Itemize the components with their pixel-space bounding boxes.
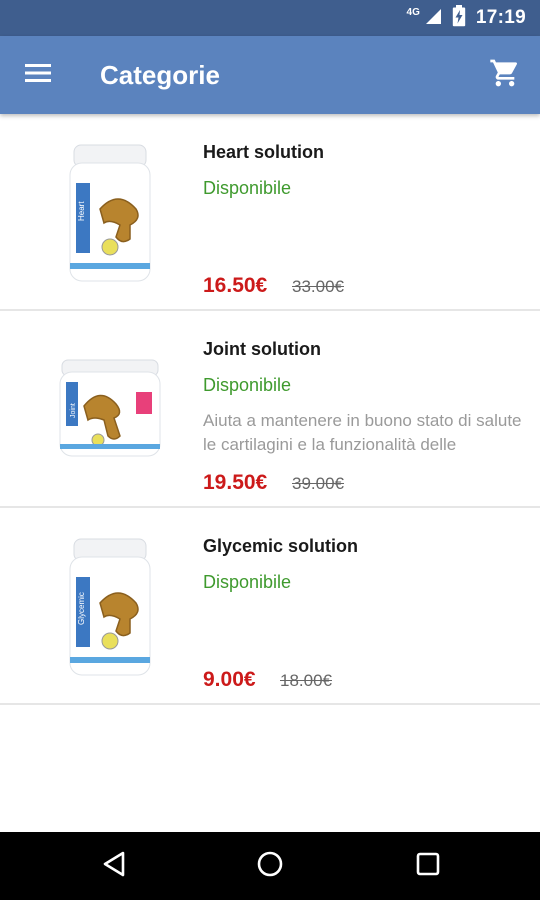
app-bar: Categorie	[0, 36, 540, 114]
product-old-price: 33.00€	[292, 277, 344, 296]
bottle-label-text: Glycemic	[77, 592, 86, 625]
product-old-price: 39.00€	[292, 474, 344, 493]
product-old-price: 18.00€	[280, 671, 332, 690]
availability-label: Disponibile	[203, 178, 292, 198]
availability-label: Disponibile	[203, 572, 292, 592]
shopping-cart-icon	[489, 57, 521, 94]
product-image: Glycemic	[40, 528, 180, 688]
product-item-heart[interactable]: Heart Heart solution Disponibile 16.50€ …	[0, 114, 540, 311]
product-item-glycemic[interactable]: Glycemic Glycemic solution Disponibile 9…	[0, 508, 540, 705]
product-price: 19.50€	[203, 471, 268, 494]
product-price: 9.00€	[203, 668, 256, 691]
product-description: Aiuta a mantenere in buono stato di salu…	[203, 411, 522, 454]
product-item-joint[interactable]: Joint Joint solution Disponibile Aiuta a…	[0, 311, 540, 508]
home-button[interactable]	[250, 846, 290, 886]
bottle-label-text: Joint	[70, 403, 77, 418]
navigation-bar	[0, 832, 540, 900]
hamburger-menu-icon	[24, 62, 52, 89]
product-price: 16.50€	[203, 274, 268, 297]
back-button[interactable]	[94, 846, 134, 886]
back-triangle-icon	[101, 850, 127, 883]
recents-square-icon	[415, 851, 441, 882]
product-image: Joint	[40, 331, 180, 491]
menu-button[interactable]	[0, 36, 78, 114]
recents-button[interactable]	[408, 846, 448, 886]
page-title: Categorie	[100, 59, 220, 90]
cart-button[interactable]	[484, 54, 526, 96]
product-name: Joint solution	[203, 339, 321, 359]
network-type: 4G	[406, 6, 420, 18]
clock: 17:19	[475, 7, 526, 28]
home-circle-icon	[256, 850, 284, 883]
bottle-label-text: Heart	[77, 201, 86, 221]
product-name: Glycemic solution	[203, 536, 359, 556]
battery-charging-icon	[452, 4, 466, 32]
availability-label: Disponibile	[203, 375, 292, 395]
product-list: Heart Heart solution Disponibile 16.50€ …	[0, 114, 540, 705]
status-bar: 4G 17:19	[0, 0, 540, 36]
signal-icon	[424, 7, 442, 30]
product-image: Heart	[40, 134, 180, 294]
product-name: Heart solution	[203, 142, 325, 162]
